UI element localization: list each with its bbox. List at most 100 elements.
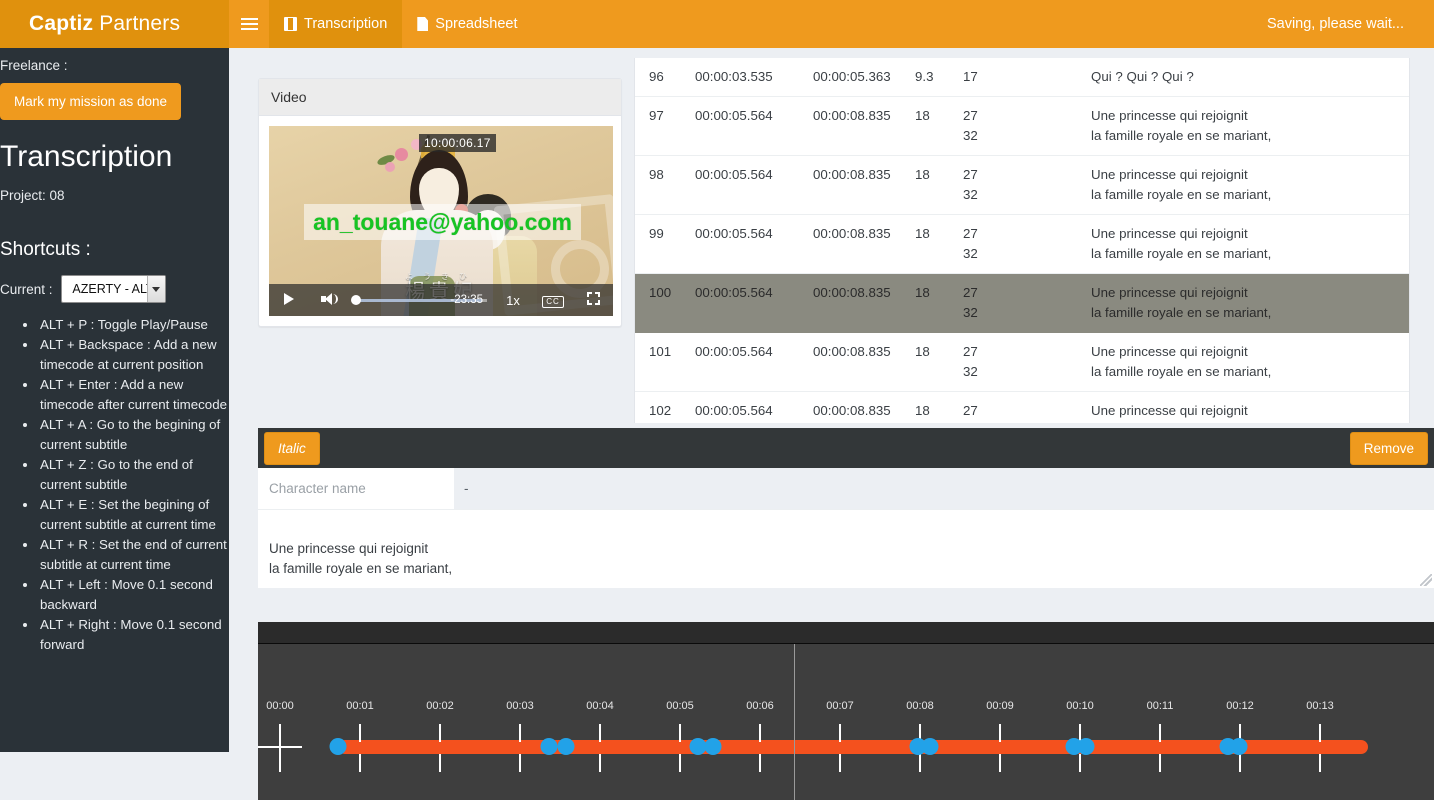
timeline-marker[interactable] — [1230, 738, 1248, 755]
timeline-tick-label: 00:02 — [426, 700, 454, 712]
table-row[interactable]: 101 00:00:05.564 00:00:08.835 18 27 32 Une pr… — [635, 332, 1409, 392]
timeline-tick-lower — [1239, 754, 1241, 772]
timeline-tick-lower — [679, 754, 681, 772]
timeline-marker[interactable] — [540, 738, 558, 755]
video-player[interactable]: ようきひ 楊貴妃 10:00:06.17 an_touane@yahoo.com — [269, 126, 613, 316]
row-text: Une princesse qui rejoignit la famille r… — [1091, 155, 1409, 215]
timeline-marker[interactable] — [921, 738, 939, 755]
row-cps: 27 32 — [963, 96, 1091, 156]
timeline-playhead[interactable] — [793, 644, 795, 800]
subtitle-table-panel[interactable]: 96 00:00:03.535 00:00:05.363 9.3 17 Qui ? Qui… — [634, 58, 1410, 423]
row-duration: 18 — [915, 214, 963, 274]
timeline-tick-lower — [519, 754, 521, 772]
shortcut-item: ALT + E : Set the begining of current su… — [38, 495, 229, 535]
brand-name-bold: Captiz — [29, 12, 94, 35]
subtitle-table: 96 00:00:03.535 00:00:05.363 9.3 17 Qui ? Qui… — [635, 58, 1409, 423]
timeline-marker[interactable] — [704, 738, 722, 755]
timeline-tick-lower — [759, 754, 761, 772]
table-row[interactable]: 97 00:00:05.564 00:00:08.835 18 27 32 Une pri… — [635, 96, 1409, 156]
timeline-tick-label: 00:03 — [506, 700, 534, 712]
shortcut-item: ALT + A : Go to the begining of current … — [38, 415, 229, 455]
row-timecode-out: 00:00:08.835 — [813, 214, 915, 274]
character-value[interactable]: - — [454, 468, 1434, 509]
row-duration: 9.3 — [915, 58, 963, 97]
textarea-resize-handle[interactable] — [1420, 574, 1432, 586]
timeline-tick-upper — [679, 724, 681, 742]
timeline-marker[interactable] — [557, 738, 575, 755]
timeline-tick-label: 00:10 — [1066, 700, 1094, 712]
timeline-tick-lower — [919, 754, 921, 772]
table-row[interactable]: 99 00:00:05.564 00:00:08.835 18 27 32 Une pri… — [635, 214, 1409, 274]
shortcuts-list: ALT + P : Toggle Play/PauseALT + Backspa… — [38, 315, 229, 655]
shortcuts-heading: Shortcuts : — [0, 239, 91, 260]
row-text: Une princesse qui rejoignit la famille r… — [1091, 391, 1409, 423]
table-row[interactable]: 100 00:00:05.564 00:00:08.835 18 27 32 Une pr… — [635, 273, 1409, 333]
tab-spreadsheet-label: Spreadsheet — [435, 16, 518, 32]
table-row[interactable]: 96 00:00:03.535 00:00:05.363 9.3 17 Qui ? Qui… — [635, 58, 1409, 97]
row-index: 96 — [635, 58, 695, 97]
row-timecode-in: 00:00:05.564 — [695, 332, 813, 392]
volume-icon — [321, 292, 338, 305]
row-index: 97 — [635, 96, 695, 156]
page-title: Transcription — [0, 140, 173, 173]
video-panel-body: ようきひ 楊貴妃 10:00:06.17 an_touane@yahoo.com — [259, 116, 621, 326]
row-timecode-in: 00:00:05.564 — [695, 391, 813, 423]
play-button[interactable] — [269, 292, 309, 308]
row-index: 100 — [635, 273, 695, 333]
character-name-input[interactable]: Character name — [258, 481, 454, 496]
italic-button[interactable]: Italic — [264, 431, 320, 465]
mark-mission-done-button[interactable]: Mark my mission as done — [0, 83, 182, 120]
seek-knob[interactable] — [351, 295, 361, 305]
row-duration: 18 — [915, 273, 963, 333]
timeline-tick-lower — [439, 754, 441, 772]
timeline-tick-lower — [839, 754, 841, 772]
fullscreen-button[interactable] — [573, 292, 613, 308]
table-row[interactable]: 10200:00:05.56400:00:08.8351827 32Une pr… — [635, 391, 1409, 423]
shortcut-item: ALT + Left : Move 0.1 second backward — [38, 575, 229, 615]
timeline-tick-label: 00:04 — [586, 700, 614, 712]
row-duration: 18 — [915, 96, 963, 156]
subtitle-textarea[interactable]: Une princesse qui rejoignit la famille r… — [258, 510, 1434, 588]
row-duration: 18 — [915, 391, 963, 423]
timeline-marker[interactable] — [329, 738, 347, 755]
row-text: Une princesse qui rejoignit la famille r… — [1091, 273, 1409, 333]
row-timecode-out: 00:00:08.835 — [813, 155, 915, 215]
app-logo[interactable]: Captiz Partners — [0, 0, 229, 48]
captions-button[interactable]: CC — [533, 292, 573, 308]
timeline-tick-upper — [359, 724, 361, 742]
hamburger-icon — [240, 15, 258, 33]
row-cps: 27 32 — [963, 155, 1091, 215]
row-cps: 27 32 — [963, 391, 1091, 423]
video-panel-title: Video — [259, 79, 621, 116]
tab-transcription[interactable]: Transcription — [269, 0, 403, 48]
timeline-tick-upper — [1319, 724, 1321, 742]
timeline-tick-label: 00:00 — [266, 700, 294, 712]
row-text: Une princesse qui rejoignit la famille r… — [1091, 332, 1409, 392]
top-navbar: Captiz Partners Transcription Spreadshee… — [0, 0, 1434, 48]
volume-button[interactable] — [309, 292, 349, 308]
play-icon — [284, 292, 294, 305]
timeline-tick-lower — [1079, 754, 1081, 772]
row-text: Une princesse qui rejoignit la famille r… — [1091, 96, 1409, 156]
remove-button[interactable]: Remove — [1349, 431, 1428, 465]
timeline-marker[interactable] — [1077, 738, 1095, 755]
shortcut-item: ALT + Backspace : Add a new timecode at … — [38, 335, 229, 375]
timeline[interactable]: 00:00 00:01 00:02 00:03 00:04 00:05 00:06 00:07… — [258, 622, 1434, 800]
saving-status: Saving, please wait... — [1266, 16, 1404, 32]
table-row[interactable]: 98 00:00:05.564 00:00:08.835 18 27 32 Une pri… — [635, 155, 1409, 215]
video-controls-bar: -23:35 1x CC — [269, 284, 613, 316]
timeline-tick-lower — [599, 754, 601, 772]
seek-slider[interactable]: -23:35 — [349, 284, 493, 316]
keyboard-layout-select[interactable]: AZERTY - ALT — [60, 275, 166, 303]
keyboard-layout-row: Current : AZERTY - ALT — [0, 275, 229, 303]
row-timecode-in: 00:00:05.564 — [695, 273, 813, 333]
tab-spreadsheet[interactable]: Spreadsheet — [402, 0, 532, 48]
timeline-track-area[interactable]: 00:00 00:01 00:02 00:03 00:04 00:05 00:06 00:07… — [258, 644, 1434, 800]
row-index: 102 — [635, 391, 695, 423]
playback-speed-button[interactable]: 1x — [493, 293, 533, 308]
timeline-tick-label: 00:13 — [1306, 700, 1334, 712]
shortcut-item: ALT + Right : Move 0.1 second forward — [38, 615, 229, 655]
timeline-tick-label: 00:06 — [746, 700, 774, 712]
timeline-tick-label: 00:01 — [346, 700, 374, 712]
hamburger-menu-button[interactable] — [229, 0, 269, 48]
